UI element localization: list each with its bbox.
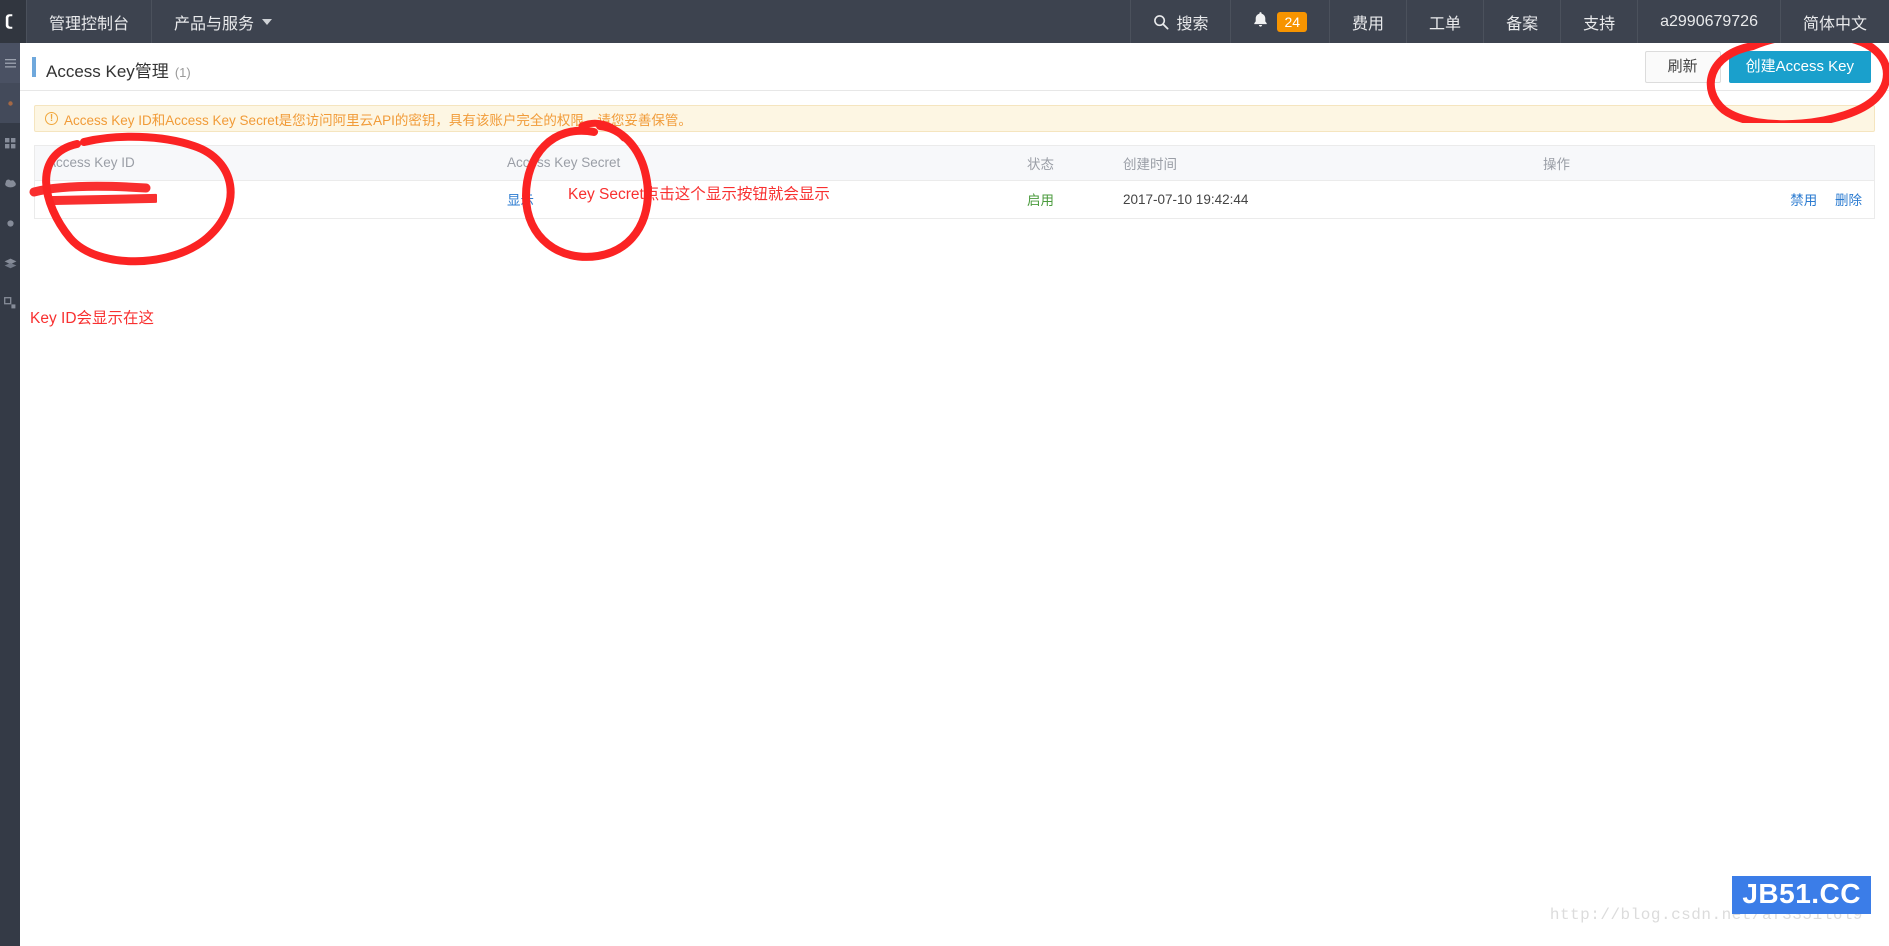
screen: 管理控制台 产品与服务 搜索 24 费用 工单 备案 支持 a299067972… <box>0 0 1889 946</box>
nav-console-label: 管理控制台 <box>49 15 130 33</box>
search-label: 搜索 <box>1176 15 1209 33</box>
access-key-table: Access Key ID Access Key Secret 状态 创建时间 … <box>35 146 1874 219</box>
column-header-operations: 操作 <box>1531 146 1874 181</box>
page-header: Access Key管理 (1) 刷新 创建Access Key <box>20 43 1889 91</box>
nav-left-group: 管理控制台 产品与服务 <box>26 0 294 43</box>
nav-icp-label: 备案 <box>1506 15 1539 33</box>
cell-operations: 禁用 删除 <box>1531 180 1874 219</box>
watermark-badge: JB51.CC <box>1732 876 1871 914</box>
sidebar-item-menu[interactable] <box>0 43 20 83</box>
nav-tickets[interactable]: 工单 <box>1406 0 1483 43</box>
sidebar-item-cloud[interactable] <box>0 163 20 203</box>
table-header: Access Key ID Access Key Secret 状态 创建时间 … <box>35 146 1874 181</box>
sidebar-item-grid[interactable] <box>0 123 20 163</box>
access-key-id-value <box>47 192 157 207</box>
security-warning-text: Access Key ID和Access Key Secret是您访问阿里云AP… <box>64 112 692 128</box>
create-access-key-button[interactable]: 创建Access Key <box>1728 51 1871 83</box>
chevron-down-icon <box>262 18 273 25</box>
sidebar-item-node[interactable] <box>0 283 20 323</box>
cell-status: 启用 <box>1015 180 1111 219</box>
nav-account[interactable]: a2990679726 <box>1637 0 1780 43</box>
top-navigation-bar: 管理控制台 产品与服务 搜索 24 费用 工单 备案 支持 a299067972… <box>0 0 1889 43</box>
status-badge: 启用 <box>1027 193 1054 208</box>
nav-language-label: 简体中文 <box>1802 15 1867 33</box>
nav-billing[interactable]: 费用 <box>1329 0 1406 43</box>
page-title: Access Key管理 (1) <box>32 56 191 81</box>
show-secret-link[interactable]: 显示 <box>507 193 534 208</box>
cell-access-key-id <box>35 180 495 219</box>
search-button[interactable]: 搜索 <box>1130 0 1230 43</box>
nav-icp[interactable]: 备案 <box>1483 0 1560 43</box>
search-icon <box>1153 14 1169 30</box>
column-header-status: 状态 <box>1015 146 1111 181</box>
nav-language[interactable]: 简体中文 <box>1779 0 1889 43</box>
column-header-access-key-secret: Access Key Secret <box>495 146 1015 181</box>
bell-icon <box>1253 11 1268 33</box>
page-title-text: Access Key管理 <box>46 61 169 81</box>
nav-tickets-label: 工单 <box>1429 15 1462 33</box>
warning-icon: ! <box>45 112 58 125</box>
table-body: 显示 启用 2017-07-10 19:42:44 禁用 删除 <box>35 180 1874 219</box>
pin-icon <box>0 83 20 123</box>
security-warning-banner: ! Access Key ID和Access Key Secret是您访问阿里云… <box>34 105 1875 132</box>
table-row: 显示 启用 2017-07-10 19:42:44 禁用 删除 <box>35 180 1874 219</box>
notifications-button[interactable]: 24 <box>1230 0 1329 43</box>
delete-key-link[interactable]: 删除 <box>1835 193 1862 208</box>
notifications-group: 24 <box>1253 11 1308 33</box>
page-header-actions: 刷新 创建Access Key <box>1644 51 1871 83</box>
nav-right-group: 搜索 24 费用 工单 备案 支持 a2990679726 简体中文 <box>1130 0 1889 43</box>
sidebar-item-pin[interactable] <box>0 83 20 123</box>
nav-products[interactable]: 产品与服务 <box>151 0 294 43</box>
page-title-count: (1) <box>174 64 191 80</box>
nav-account-label: a2990679726 <box>1660 12 1758 30</box>
column-header-access-key-id: Access Key ID <box>35 146 495 181</box>
refresh-button[interactable]: 刷新 <box>1644 51 1721 83</box>
sidebar-item-stack[interactable] <box>0 243 20 283</box>
cell-created-time: 2017-07-10 19:42:44 <box>1111 180 1531 219</box>
sidebar-item-dot[interactable] <box>0 203 20 243</box>
nav-products-label: 产品与服务 <box>174 15 255 33</box>
disable-key-link[interactable]: 禁用 <box>1790 193 1817 208</box>
menu-icon <box>0 43 20 83</box>
table-header-row: Access Key ID Access Key Secret 状态 创建时间 … <box>35 146 1874 181</box>
notification-count-badge: 24 <box>1277 11 1308 32</box>
access-key-table-container: Access Key ID Access Key Secret 状态 创建时间 … <box>34 145 1875 219</box>
nav-support[interactable]: 支持 <box>1560 0 1637 43</box>
left-sidebar-rail <box>0 43 20 946</box>
column-header-created-time: 创建时间 <box>1111 146 1531 181</box>
page-content: Access Key管理 (1) 刷新 创建Access Key ! Acces… <box>20 43 1889 946</box>
nav-console[interactable]: 管理控制台 <box>26 0 151 43</box>
nav-support-label: 支持 <box>1583 15 1616 33</box>
cell-access-key-secret: 显示 <box>495 180 1015 219</box>
nav-billing-label: 费用 <box>1352 15 1385 33</box>
aliyun-logo-icon[interactable] <box>0 0 26 43</box>
